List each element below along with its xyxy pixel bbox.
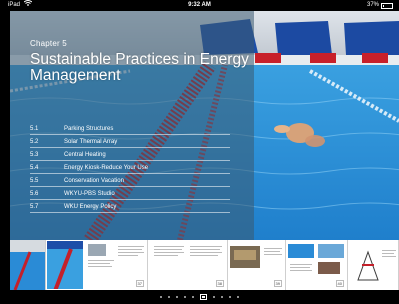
page-dot (213, 296, 215, 298)
page-dot (221, 296, 223, 298)
status-bar: iPad 9:32 AM 37% (0, 0, 399, 11)
thumbnail-page[interactable] (10, 240, 46, 290)
chapter-page[interactable]: Chapter 5 Sustainable Practices in Energ… (10, 11, 399, 240)
battery-icon (381, 2, 393, 9)
thumbnail-page[interactable]: 39 (228, 240, 286, 290)
page-dot (176, 296, 178, 298)
thumbnail-page-number: 37 (135, 280, 144, 287)
thumbnail-page-number: 39 (273, 280, 282, 287)
thumbnail-page-number: 38 (215, 280, 224, 287)
toc-item[interactable]: 5.4 Energy Kiosk-Reduce Your Use (30, 163, 230, 174)
toc-divider (30, 147, 230, 148)
page-dot (160, 296, 162, 298)
thumbnail-page[interactable]: 37 (84, 240, 148, 290)
thumbnail-page-current[interactable] (46, 240, 84, 290)
toc-item[interactable]: 5.2 Solar Thermal Array (30, 137, 230, 148)
thumbnail-page[interactable] (348, 240, 399, 290)
toc-divider (30, 134, 230, 135)
toc-item[interactable]: 5.5 Conservation Vacation (30, 176, 230, 187)
ibooks-reader: iPad 9:32 AM 37% Chapter 5 Sustainable P… (0, 0, 399, 304)
toc-divider (30, 160, 230, 161)
page-dot (168, 296, 170, 298)
toc-divider (30, 212, 230, 213)
thumbnail-page-number: 40 (335, 280, 344, 287)
page-dot (192, 296, 194, 298)
toc-divider (30, 173, 230, 174)
chapter-title: Sustainable Practices in Energy Manageme… (30, 51, 249, 84)
toc-item[interactable]: 5.7 WKU Energy Policy (30, 202, 230, 213)
clock: 9:32 AM (188, 2, 211, 8)
thumbnail-image (47, 241, 83, 289)
toc-item[interactable]: 5.1 Parking Structures (30, 124, 230, 135)
page-dot (184, 296, 186, 298)
toc-item[interactable]: 5.6 WKYU-PBS Studio (30, 189, 230, 200)
toc-item[interactable]: 5.3 Central Heating (30, 150, 230, 161)
thumbnail-image (10, 240, 45, 290)
page-indicator[interactable] (0, 292, 399, 302)
page-thumbnail-strip[interactable]: 37 38 39 40 (10, 240, 399, 290)
current-page-icon (200, 294, 207, 300)
battery-percent: 37% (366, 2, 379, 8)
page-dot (237, 296, 239, 298)
thumbnail-image (357, 250, 396, 281)
chapter-label: Chapter 5 (30, 39, 67, 48)
page-dot (229, 296, 231, 298)
battery-status: 37% (367, 0, 393, 11)
toc-divider (30, 186, 230, 187)
thumbnail-page[interactable]: 40 (286, 240, 348, 290)
thumbnail-page[interactable]: 38 (148, 240, 228, 290)
toc-divider (30, 199, 230, 200)
